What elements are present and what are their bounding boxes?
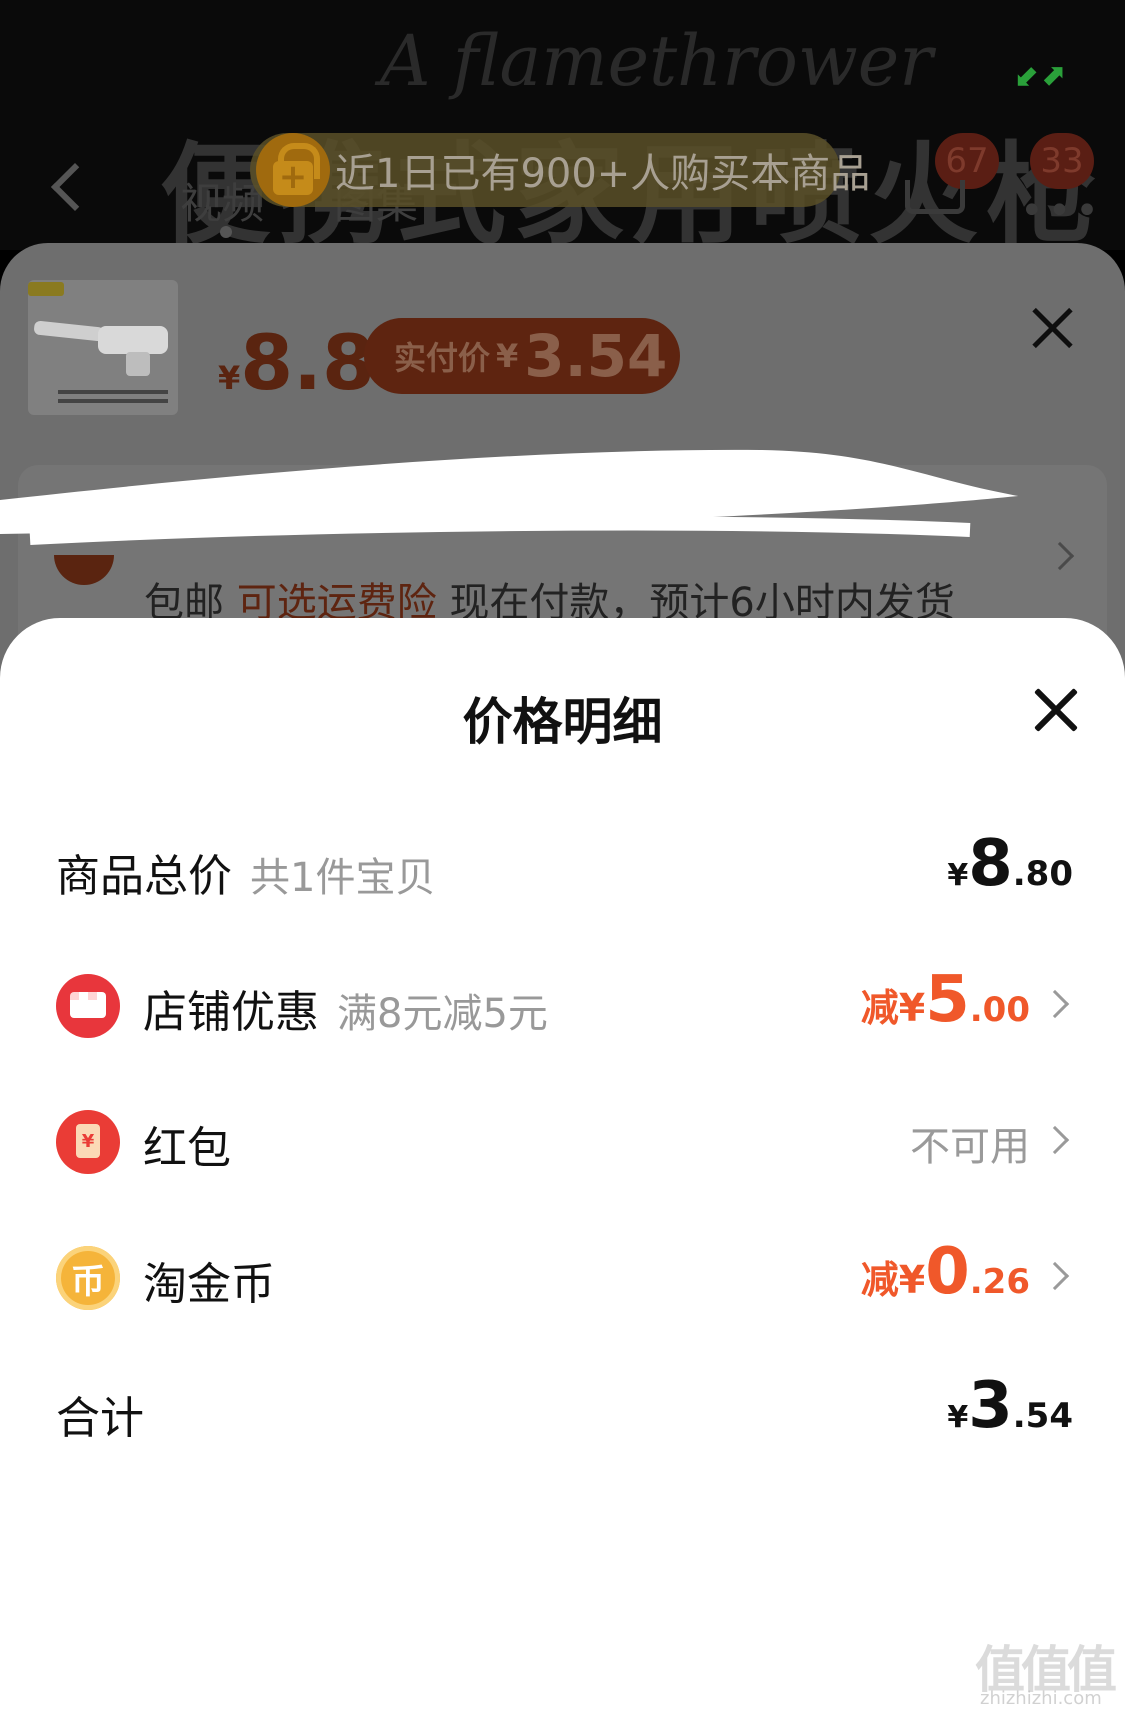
site-watermark-url: zhizhizhi.com xyxy=(980,1688,1102,1709)
shop-discount-label: 店铺优惠 xyxy=(143,987,319,1038)
shop-discount-rule: 满8元减5元 xyxy=(337,991,548,1037)
tab-video[interactable]: 视频 xyxy=(180,179,264,228)
brand-tag xyxy=(28,282,64,296)
tab-indicator xyxy=(220,226,232,238)
purchase-banner: 近1日已有900+人购买本商品 xyxy=(250,133,870,207)
redaction-scribble xyxy=(0,449,1018,545)
chevron-right-icon xyxy=(1040,989,1070,1019)
taojinbi-discount-amount: 减¥ 0.26 xyxy=(860,1235,1030,1309)
red-packet-icon: ¥ xyxy=(56,1110,120,1174)
total-amount: ¥3.54 xyxy=(947,1369,1073,1443)
fullscreen-toggle-icon[interactable]: ⬋⬈ xyxy=(1015,58,1065,93)
row-taojinbi[interactable]: 币 淘金币 减¥ 0.26 xyxy=(0,1226,1125,1326)
taojinbi-label: 淘金币 xyxy=(143,1259,275,1310)
paid-currency: ¥ xyxy=(496,337,519,375)
product-image-watermark: A flamethrower xyxy=(380,20,933,102)
torch-nozzle xyxy=(33,320,105,342)
message-count-badge: 33 xyxy=(1030,133,1094,189)
more-icon[interactable]: ••• xyxy=(1020,188,1103,234)
item-count: 共1件宝贝 xyxy=(250,855,436,901)
row-shop-discount[interactable]: 店铺优惠 满8元减5元 减¥ 5.00 xyxy=(0,954,1125,1054)
shop-icon xyxy=(56,974,120,1038)
subtotal-label: 商品总价 xyxy=(56,851,232,902)
cart-icon[interactable] xyxy=(905,180,965,214)
chevron-right-icon xyxy=(1040,1261,1070,1291)
purchase-banner-text: 近1日已有900+人购买本商品 xyxy=(335,151,871,197)
row-red-packet[interactable]: ¥ 红包 不可用 xyxy=(0,1090,1125,1190)
thumbnail-caption-lines xyxy=(58,390,168,394)
coin-icon: 币 xyxy=(56,1246,120,1310)
torch-base xyxy=(126,352,150,376)
price-detail-title: 价格明细 xyxy=(462,693,663,751)
subtotal-amount: ¥8.80 xyxy=(947,827,1073,901)
sku-close-icon[interactable] xyxy=(1032,306,1074,348)
close-icon[interactable] xyxy=(1034,688,1078,732)
row-total: 合计 ¥3.54 xyxy=(0,1360,1125,1460)
paid-label: 实付价 xyxy=(394,339,491,377)
row-subtotal: 商品总价 共1件宝贝 ¥8.80 xyxy=(0,818,1125,918)
product-thumbnail xyxy=(28,280,178,415)
red-packet-status: 不可用 xyxy=(910,1124,1030,1170)
shopping-bag-icon xyxy=(256,133,330,207)
total-label: 合计 xyxy=(56,1393,144,1444)
actual-paid-price-pill[interactable]: 实付价 ¥ 3.54 xyxy=(364,318,680,394)
chevron-right-icon xyxy=(1040,1125,1070,1155)
sku-price: ¥8.8 xyxy=(218,318,375,407)
back-icon[interactable] xyxy=(50,162,100,212)
red-packet-label: 红包 xyxy=(143,1123,231,1174)
shop-discount-amount: 减¥ 5.00 xyxy=(860,963,1030,1037)
paid-amount: 3.54 xyxy=(524,322,668,390)
product-header: A flamethrower 便携式家用喷火枪 视频图集 近1日已有900+人购… xyxy=(0,0,1125,250)
torch-body xyxy=(98,326,168,354)
